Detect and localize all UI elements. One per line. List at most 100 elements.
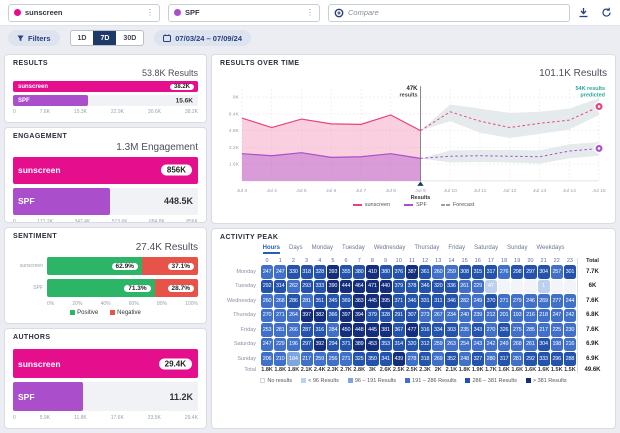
- bar-label: sunscreen: [18, 358, 61, 369]
- heatmap-cell: 246: [524, 294, 537, 308]
- tab-sunday[interactable]: Sunday: [507, 245, 527, 254]
- results-total: 53.8K Results: [141, 68, 198, 78]
- rot-total: 101.1K Results: [539, 68, 607, 79]
- tab-tuesday[interactable]: Tuesday: [342, 245, 365, 254]
- forecast-swatch: [445, 203, 450, 206]
- heatmap-cell: 392: [313, 337, 326, 351]
- hour-header: 17: [487, 258, 494, 264]
- heatmap-cell: 287: [300, 323, 313, 337]
- day-label: Sunday: [237, 355, 256, 362]
- bar-label: SPF: [18, 97, 30, 104]
- tab-weekdays[interactable]: Weekdays: [536, 245, 564, 254]
- tab-friday[interactable]: Friday: [448, 245, 465, 254]
- heatmap-cell: [550, 279, 563, 293]
- row-label: sunscreen: [19, 263, 43, 270]
- tab-days[interactable]: Days: [289, 245, 303, 254]
- filter-toolbar: Filters 1D 7D 30D 07/03/24 – 07/09/24: [0, 26, 620, 50]
- heatmap-cell: 217: [537, 323, 550, 337]
- axis-tick: 856K: [186, 218, 198, 224]
- date-range-picker[interactable]: 07/03/24 – 07/09/24: [154, 30, 251, 46]
- row-label: SPF: [33, 285, 43, 292]
- tab-wednesday[interactable]: Wednesday: [374, 245, 406, 254]
- day-label: Wednesday: [227, 297, 256, 304]
- heatmap-cell: 279: [511, 294, 524, 308]
- svg-text:3.2K: 3.2K: [229, 145, 240, 151]
- query-pill-sunscreen[interactable]: sunscreen ⋮: [8, 3, 160, 22]
- legend-swatch: [301, 378, 307, 383]
- forecast-swatch: [440, 203, 445, 206]
- heatmap-cell: 249: [498, 337, 511, 351]
- hour-header: 22: [553, 258, 560, 264]
- heatmap-cell: 316: [419, 323, 432, 337]
- heatmap-cell: 216: [524, 308, 537, 322]
- heatmap-cell: 262: [287, 279, 300, 293]
- refresh-icon[interactable]: [601, 7, 612, 18]
- heatmap-cell: 242: [484, 337, 497, 351]
- sentiment-panel: SENTIMENT 27.4K Results sunscreen 62.9% …: [4, 227, 207, 325]
- sentiment-track: 71.3% 28.7%: [47, 279, 198, 298]
- heatmap-cell: 395: [379, 294, 392, 308]
- range-1d[interactable]: 1D: [71, 31, 94, 45]
- legend-swatch: [347, 378, 353, 383]
- hour-header: 19: [514, 258, 521, 264]
- negative-badge: 37.1%: [166, 261, 195, 271]
- range-7d[interactable]: 7D: [93, 31, 117, 45]
- heatmap-cell: 288: [563, 352, 576, 366]
- hour-header: 21: [540, 258, 547, 264]
- heatmap-cell: 259: [432, 337, 445, 351]
- heatmap-cell: 240: [458, 308, 471, 322]
- range-30d[interactable]: 30D: [116, 31, 143, 45]
- svg-text:Jul 11: Jul 11: [474, 188, 487, 194]
- query-pill-spf[interactable]: SPF ⋮: [168, 3, 320, 22]
- axis-tick: 40%: [100, 301, 111, 308]
- svg-text:8K: 8K: [233, 95, 240, 101]
- sunscreen-swatch: [352, 203, 362, 206]
- heatmap-cell: 277: [550, 294, 563, 308]
- tab-hours[interactable]: Hours: [262, 245, 280, 254]
- svg-text:Jul 9: Jul 9: [415, 188, 426, 194]
- column-total: 2.4K: [313, 366, 326, 373]
- compare-input[interactable]: [348, 8, 564, 17]
- heatmap-cell: 314: [274, 279, 287, 293]
- tab-monday[interactable]: Monday: [312, 245, 333, 254]
- filters-label: Filters: [28, 33, 51, 43]
- query2-kebab-menu-icon[interactable]: ⋮: [306, 8, 314, 17]
- compare-box[interactable]: [328, 3, 570, 22]
- results-panel: RESULTS 53.8K Results sunscreen 38.2K SP…: [4, 54, 207, 123]
- hour-header: 2: [291, 258, 295, 264]
- engagement-x-axis: 0 171.2K 342.4K 513.6K 684.8K 856K: [13, 218, 198, 224]
- heatmap-cell: 292: [261, 279, 274, 293]
- column-total: 1.6K: [524, 366, 537, 373]
- heatmap-cell: 389: [353, 337, 366, 351]
- row-total: 7.6K: [577, 294, 607, 308]
- heatmap-cell: 367: [392, 323, 405, 337]
- heatmap-cell: 317: [484, 265, 497, 279]
- right-column: RESULTS OVER TIME 101.1K Results 1.6K 3.2…: [211, 54, 616, 429]
- download-icon[interactable]: [578, 7, 589, 18]
- query1-kebab-menu-icon[interactable]: ⋮: [146, 8, 154, 17]
- heatmap-cell: 212: [484, 308, 497, 322]
- heatmap-cell: 327: [471, 352, 484, 366]
- heatmap-cell: 259: [313, 352, 326, 366]
- heatmap-cell: 291: [392, 308, 405, 322]
- heatmap-cell: 47: [484, 279, 497, 293]
- tab-thursday[interactable]: Thursday: [414, 245, 439, 254]
- grand-total: 49.6K: [577, 366, 607, 373]
- tab-saturday[interactable]: Saturday: [474, 245, 498, 254]
- heatmap-cell: 387: [405, 265, 418, 279]
- heatmap-cell: 390: [326, 279, 339, 293]
- heatmap-cell: 286: [287, 294, 300, 308]
- heatmap-cell: 294: [326, 337, 339, 351]
- heatmap-cell: 376: [392, 265, 405, 279]
- column-total: 1.8K: [261, 366, 273, 373]
- query2-color-dot: [174, 9, 181, 16]
- heatmap-cell: 380: [379, 265, 392, 279]
- heatmap-cell: 445: [366, 323, 379, 337]
- heatmap-cell: 248: [458, 352, 471, 366]
- column-total: 1.5K: [564, 366, 576, 373]
- authors-bar-spf: SPF: [13, 382, 84, 412]
- axis-tick: 17.6K: [110, 415, 124, 422]
- heatmap-cell: 298: [511, 265, 524, 279]
- heatmap-cell: 380: [353, 265, 366, 279]
- filters-button[interactable]: Filters: [8, 30, 60, 46]
